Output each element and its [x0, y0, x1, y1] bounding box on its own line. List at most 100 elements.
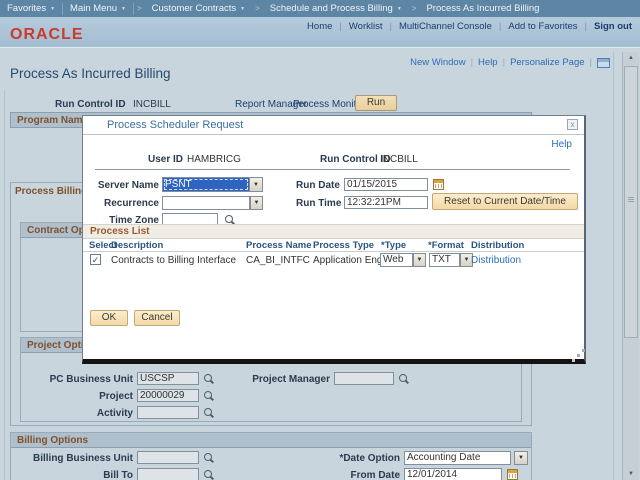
- worklist-link[interactable]: Worklist: [349, 21, 383, 32]
- run-time-field[interactable]: 12:32:21PM: [344, 196, 428, 209]
- link-separator: |: [590, 57, 592, 68]
- chevron-down-icon: ▼: [397, 6, 402, 12]
- process-list-title: Process List: [90, 226, 149, 237]
- dropdown-arrow-icon[interactable]: ▼: [514, 451, 528, 465]
- server-name-label: Server Name: [83, 180, 159, 191]
- new-window-link[interactable]: New Window: [410, 57, 465, 68]
- billing-business-unit-label: Billing Business Unit: [30, 453, 133, 464]
- project-manager-lookup-icon[interactable]: [398, 373, 409, 384]
- from-date-field[interactable]: 12/01/2014: [404, 468, 502, 480]
- chevron-down-icon: ▼: [240, 6, 245, 12]
- project-manager-field[interactable]: [334, 372, 394, 385]
- sign-out-link[interactable]: Sign out: [594, 21, 632, 32]
- dropdown-arrow-icon[interactable]: ▼: [250, 196, 263, 210]
- type-value: Web: [380, 253, 413, 267]
- chevron-down-icon: ▼: [121, 6, 126, 12]
- project-lookup-icon[interactable]: [203, 390, 214, 401]
- row-process-name: CA_BI_INTFC: [246, 255, 310, 266]
- breadcrumb-label: Schedule and Process Billing: [270, 3, 393, 14]
- scroll-down-icon[interactable]: ▼: [623, 468, 639, 480]
- table-header-divider: [83, 251, 584, 252]
- page-title: Process As Incurred Billing: [10, 66, 171, 81]
- from-date-calendar-icon[interactable]: [507, 469, 518, 480]
- breadcrumb-current-page[interactable]: Process As Incurred Billing: [419, 3, 546, 14]
- billing-options-header: Billing Options: [11, 433, 531, 448]
- link-separator: |: [389, 21, 391, 32]
- chevron-right-icon: >: [409, 4, 420, 13]
- run-date-calendar-icon[interactable]: [433, 179, 444, 190]
- link-separator: |: [585, 21, 587, 32]
- process-list-section: Process List: [83, 224, 584, 239]
- select-checkbox[interactable]: ✓: [90, 254, 101, 265]
- project-manager-label: Project Manager: [230, 374, 330, 385]
- scrollbar-thumb-grip: [628, 197, 634, 202]
- home-link[interactable]: Home: [307, 21, 332, 32]
- recurrence-value: [162, 196, 250, 210]
- project-field[interactable]: 20000029: [137, 389, 199, 402]
- reset-to-current-datetime-button[interactable]: Reset to Current Date/Time: [432, 193, 578, 210]
- add-to-favorites-link[interactable]: Add to Favorites: [508, 21, 577, 32]
- column-header-type: *Type: [381, 240, 406, 251]
- run-control-id-value: INCBILL: [133, 99, 171, 110]
- breadcrumb-label: Favorites: [7, 3, 46, 14]
- recurrence-label: Recurrence: [83, 198, 159, 209]
- oracle-logo: ORACLE: [10, 26, 84, 44]
- cancel-button[interactable]: Cancel: [134, 310, 180, 326]
- dialog-help-link[interactable]: Help: [551, 139, 572, 150]
- vertical-scrollbar[interactable]: ▲ ▼: [622, 52, 639, 480]
- breadcrumb-customer-contracts[interactable]: Customer Contracts ▼: [145, 3, 252, 14]
- breadcrumb-main-menu[interactable]: Main Menu ▼: [63, 3, 133, 14]
- link-separator: |: [503, 57, 505, 68]
- bill-to-lookup-icon[interactable]: [203, 469, 214, 480]
- personalize-page-link[interactable]: Personalize Page: [510, 57, 584, 68]
- activity-label: Activity: [30, 408, 133, 419]
- date-option-value: Accounting Date: [404, 451, 511, 465]
- scrollbar-thumb[interactable]: [624, 66, 638, 338]
- activity-field[interactable]: [137, 406, 199, 419]
- row-distribution-link[interactable]: Distribution: [471, 255, 521, 266]
- dropdown-arrow-icon[interactable]: ▼: [413, 253, 426, 267]
- close-icon[interactable]: x: [567, 119, 578, 130]
- dialog-title: Process Scheduler Request: [107, 119, 243, 131]
- window-icon[interactable]: [597, 58, 610, 68]
- bill-to-label: Bill To: [30, 470, 133, 480]
- pc-business-unit-lookup-icon[interactable]: [203, 373, 214, 384]
- date-option-label: *Date Option: [300, 453, 400, 464]
- type-select[interactable]: Web ▼: [380, 253, 426, 267]
- user-id-label: User ID: [101, 154, 183, 165]
- column-header-description: Description: [111, 240, 163, 251]
- column-header-distribution: Distribution: [471, 240, 524, 251]
- recurrence-select[interactable]: ▼: [162, 196, 263, 210]
- bill-to-field[interactable]: [137, 468, 199, 480]
- header-bar: ORACLE Home | Worklist | MultiChannel Co…: [0, 17, 640, 48]
- pc-business-unit-label: PC Business Unit: [30, 374, 133, 385]
- ok-button[interactable]: OK: [90, 310, 128, 326]
- dropdown-arrow-icon[interactable]: ▼: [249, 178, 262, 191]
- multichannel-console-link[interactable]: MultiChannel Console: [399, 21, 492, 32]
- date-option-select[interactable]: Accounting Date ▼: [404, 451, 528, 465]
- divider: [95, 169, 570, 170]
- project-label: Project: [30, 391, 133, 402]
- breadcrumb-label: Process As Incurred Billing: [426, 3, 539, 14]
- link-separator: |: [471, 57, 473, 68]
- billing-business-unit-field[interactable]: [137, 451, 199, 464]
- run-date-field[interactable]: 01/15/2015: [344, 178, 428, 191]
- resize-grip[interactable]: [577, 354, 580, 357]
- scroll-up-icon[interactable]: ▲: [623, 52, 639, 65]
- breadcrumb-schedule-process-billing[interactable]: Schedule and Process Billing ▼: [263, 3, 409, 14]
- format-select[interactable]: TXT ▼: [429, 253, 473, 267]
- column-header-process-type: Process Type: [313, 240, 374, 251]
- chevron-right-icon: >: [134, 4, 145, 13]
- dialog-titlebar: Process Scheduler Request x: [83, 116, 584, 135]
- billing-business-unit-lookup-icon[interactable]: [203, 452, 214, 463]
- activity-lookup-icon[interactable]: [203, 407, 214, 418]
- link-separator: |: [339, 21, 341, 32]
- check-icon: ✓: [92, 255, 100, 265]
- breadcrumb-favorites[interactable]: Favorites ▼: [0, 3, 62, 14]
- server-name-select[interactable]: PSNT ▼: [162, 177, 263, 192]
- help-link[interactable]: Help: [478, 57, 498, 68]
- user-id-value: HAMBRICG: [187, 154, 241, 165]
- pc-business-unit-field[interactable]: USCSP: [137, 372, 199, 385]
- run-button[interactable]: Run: [355, 95, 397, 111]
- row-description: Contracts to Billing Interface: [111, 255, 236, 266]
